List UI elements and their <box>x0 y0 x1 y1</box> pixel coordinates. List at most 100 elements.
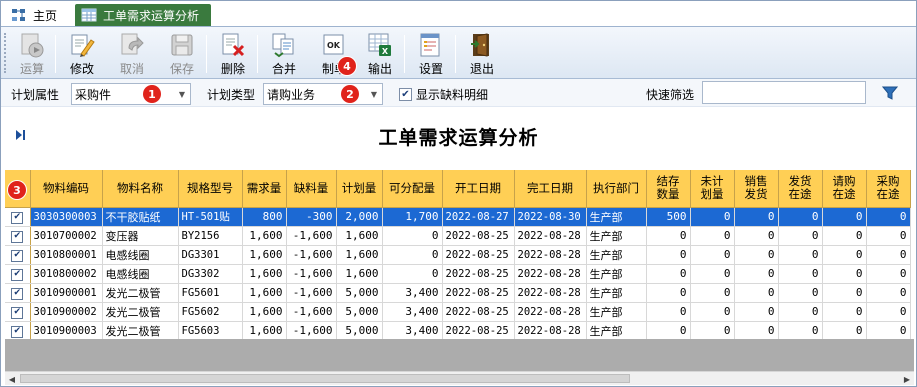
table-cell[interactable]: 0 <box>690 302 735 322</box>
table-cell[interactable]: 0 <box>382 226 443 246</box>
table-cell[interactable]: FG5603 <box>178 321 243 339</box>
table-row[interactable]: ✔ 3010900003 发光二极管 FG5603 1,600 -1,600 5,000 3,… <box>5 321 911 339</box>
table-cell[interactable]: 0 <box>734 207 779 227</box>
table-cell[interactable]: 0 <box>646 283 691 303</box>
table-cell[interactable]: 1,600 <box>242 245 287 265</box>
table-cell[interactable]: 2022-08-30 <box>514 207 587 227</box>
exit-button[interactable]: 退出 <box>460 30 504 76</box>
plan-type-select[interactable]: 请购业务 ▼ <box>263 83 383 105</box>
table-cell[interactable]: 0 <box>866 207 911 227</box>
row-checkbox[interactable]: ✔ <box>11 211 24 224</box>
table-cell[interactable]: 2022-08-28 <box>514 245 587 265</box>
toolbar-grip[interactable] <box>4 33 8 73</box>
tab-demand-analysis[interactable]: 工单需求运算分析 <box>75 4 211 26</box>
table-cell[interactable]: FG5601 <box>178 283 243 303</box>
table-cell[interactable]: 5,000 <box>336 321 383 339</box>
column-header[interactable]: 物料名称 <box>102 170 179 208</box>
cancel-button[interactable]: 取消 <box>110 30 154 76</box>
chevron-down-icon[interactable]: ▼ <box>174 84 190 104</box>
table-cell[interactable]: 不干胶贴纸 <box>102 207 179 227</box>
table-cell[interactable]: 生产部 <box>586 207 647 227</box>
table-cell[interactable]: 电感线圈 <box>102 245 179 265</box>
table-cell[interactable]: 电感线圈 <box>102 264 179 284</box>
table-cell[interactable]: 2022-08-25 <box>442 321 515 339</box>
table-cell[interactable]: FG5602 <box>178 302 243 322</box>
row-checkbox[interactable]: ✔ <box>11 287 24 300</box>
table-cell[interactable]: 0 <box>822 302 867 322</box>
table-cell[interactable]: 2022-08-28 <box>514 321 587 339</box>
quick-filter-input[interactable] <box>702 81 866 104</box>
column-header[interactable]: 发货 在途 <box>778 170 823 208</box>
table-cell[interactable]: 3010900001 <box>30 283 103 303</box>
table-cell[interactable]: 0 <box>822 207 867 227</box>
table-cell[interactable]: 0 <box>866 245 911 265</box>
table-cell[interactable]: 0 <box>822 245 867 265</box>
table-cell[interactable]: 发光二极管 <box>102 283 179 303</box>
edit-button[interactable]: 修改 <box>60 30 104 76</box>
table-cell[interactable]: 1,600 <box>336 226 383 246</box>
table-cell[interactable]: -300 <box>286 207 337 227</box>
table-cell[interactable]: 0 <box>734 245 779 265</box>
table-cell[interactable]: 0 <box>822 226 867 246</box>
table-cell[interactable]: 0 <box>866 226 911 246</box>
table-cell[interactable]: 0 <box>646 321 691 339</box>
column-header[interactable]: 物料编码 <box>30 170 103 208</box>
scroll-right-icon[interactable]: ▶ <box>900 372 914 386</box>
table-cell[interactable]: 2022-08-28 <box>514 283 587 303</box>
chevron-down-icon[interactable]: ▼ <box>366 84 382 104</box>
table-cell[interactable]: DG3301 <box>178 245 243 265</box>
table-cell[interactable]: 0 <box>690 321 735 339</box>
table-row[interactable]: ✔ 3010900001 发光二极管 FG5601 1,600 -1,600 5,000 3,… <box>5 283 911 303</box>
save-button[interactable]: 保存 <box>160 30 204 76</box>
table-row[interactable]: ✔ 3030300003 不干胶贴纸 HT-501贴 800 -300 2,000 1,700… <box>5 207 911 227</box>
table-cell[interactable]: 1,600 <box>336 264 383 284</box>
table-cell[interactable]: 1,600 <box>242 283 287 303</box>
table-cell[interactable]: 0 <box>778 302 823 322</box>
delete-button[interactable]: 删除 <box>211 30 255 76</box>
table-cell[interactable]: 3,400 <box>382 302 443 322</box>
column-header[interactable]: 完工日期 <box>514 170 587 208</box>
column-header[interactable]: 销售 发货 <box>734 170 779 208</box>
table-cell[interactable]: 3010800002 <box>30 264 103 284</box>
table-cell[interactable]: 0 <box>822 283 867 303</box>
table-cell[interactable]: -1,600 <box>286 302 337 322</box>
table-cell[interactable]: 0 <box>690 226 735 246</box>
table-cell[interactable]: 0 <box>690 245 735 265</box>
table-cell[interactable]: 发光二极管 <box>102 321 179 339</box>
row-checkbox[interactable]: ✔ <box>11 249 24 262</box>
horizontal-scrollbar[interactable]: ◀ ▶ <box>5 371 914 385</box>
table-cell[interactable]: 0 <box>646 245 691 265</box>
table-cell[interactable]: 生产部 <box>586 264 647 284</box>
settings-button[interactable]: 设置 <box>409 30 453 76</box>
row-checkbox-cell[interactable]: ✔ <box>5 245 31 265</box>
export-button[interactable]: X 输出 <box>358 30 402 76</box>
table-cell[interactable]: 0 <box>866 264 911 284</box>
table-cell[interactable]: -1,600 <box>286 245 337 265</box>
table-cell[interactable]: 3010800001 <box>30 245 103 265</box>
table-cell[interactable]: 0 <box>822 321 867 339</box>
table-cell[interactable]: 生产部 <box>586 321 647 339</box>
merge-button[interactable]: 合并 <box>262 30 306 76</box>
table-cell[interactable]: 5,000 <box>336 283 383 303</box>
compute-button[interactable]: 运算 <box>10 30 54 76</box>
row-checkbox-cell[interactable]: ✔ <box>5 283 31 303</box>
table-cell[interactable]: 2022-08-25 <box>442 264 515 284</box>
table-cell[interactable]: 生产部 <box>586 302 647 322</box>
row-checkbox-cell[interactable]: ✔ <box>5 321 31 339</box>
column-header[interactable]: 缺料量 <box>286 170 337 208</box>
column-header[interactable]: 开工日期 <box>442 170 515 208</box>
table-cell[interactable]: 2022-08-27 <box>442 207 515 227</box>
table-cell[interactable]: 0 <box>734 321 779 339</box>
row-checkbox-cell[interactable]: ✔ <box>5 226 31 246</box>
table-cell[interactable]: 0 <box>690 207 735 227</box>
table-cell[interactable]: -1,600 <box>286 264 337 284</box>
table-row[interactable]: ✔ 3010700002 变压器 BY2156 1,600 -1,600 1,600 0 202… <box>5 226 911 246</box>
table-cell[interactable]: 发光二极管 <box>102 302 179 322</box>
table-cell[interactable]: 2,000 <box>336 207 383 227</box>
table-cell[interactable]: 0 <box>822 264 867 284</box>
column-header[interactable]: 计划量 <box>336 170 383 208</box>
table-cell[interactable]: 0 <box>866 321 911 339</box>
column-header[interactable]: 需求量 <box>242 170 287 208</box>
column-header[interactable]: 规格型号 <box>178 170 243 208</box>
row-checkbox[interactable]: ✔ <box>11 230 24 243</box>
